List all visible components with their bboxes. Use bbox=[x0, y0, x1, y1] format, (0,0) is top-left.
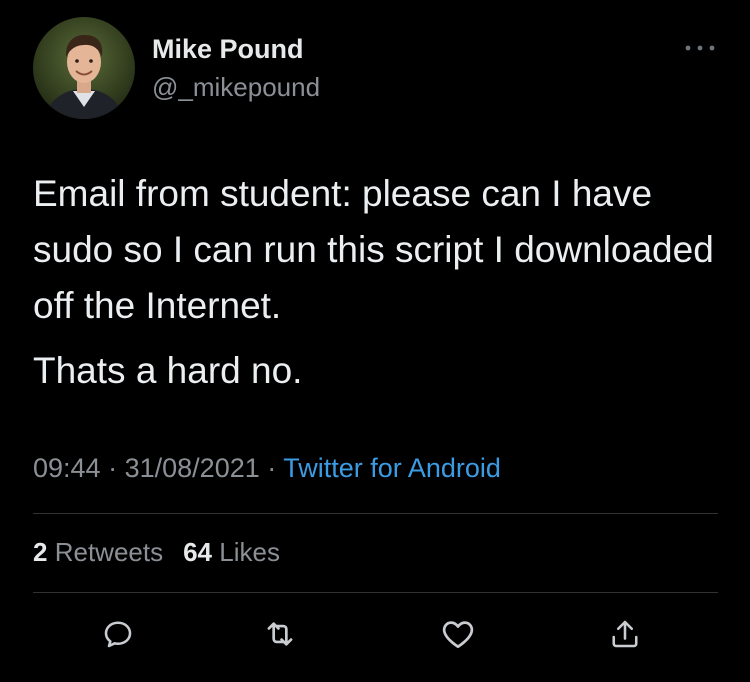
more-dots-icon bbox=[685, 45, 715, 51]
retweet-icon bbox=[267, 622, 293, 646]
tweet-source-link[interactable]: Twitter for Android bbox=[283, 453, 501, 483]
tweet-meta: 09:44 · 31/08/2021 · Twitter for Android bbox=[33, 453, 501, 484]
author-handle[interactable]: @_mikepound bbox=[152, 72, 320, 103]
like-button[interactable] bbox=[436, 612, 480, 656]
reply-icon bbox=[104, 621, 132, 648]
tweet-stats: 2 Retweets 64 Likes bbox=[33, 537, 280, 568]
share-icon bbox=[612, 620, 638, 648]
tweet: Mike Pound @_mikepound Email from studen… bbox=[0, 0, 750, 682]
likes-count: 64 bbox=[183, 537, 213, 567]
tweet-date[interactable]: 31/08/2021 bbox=[125, 453, 260, 483]
retweets-label: Retweets bbox=[54, 537, 164, 567]
meta-separator: · bbox=[267, 453, 277, 483]
avatar[interactable] bbox=[33, 17, 135, 119]
meta-separator: · bbox=[108, 453, 118, 483]
tweet-text: Email from student: please can I have su… bbox=[33, 166, 723, 399]
profile-photo-icon bbox=[33, 17, 135, 119]
retweets-count: 2 bbox=[33, 537, 48, 567]
tweet-paragraph: Thats a hard no. bbox=[33, 350, 303, 391]
reply-button[interactable] bbox=[96, 612, 140, 656]
tweet-time[interactable]: 09:44 bbox=[33, 453, 101, 483]
divider bbox=[33, 513, 718, 514]
tweet-paragraph: Email from student: please can I have su… bbox=[33, 173, 714, 326]
likes-label: Likes bbox=[219, 537, 280, 567]
retweet-button[interactable] bbox=[258, 612, 302, 656]
more-options-button[interactable] bbox=[680, 36, 720, 60]
divider bbox=[33, 592, 718, 593]
heart-icon bbox=[442, 621, 474, 649]
likes-stat[interactable]: 64 Likes bbox=[183, 537, 280, 567]
author-name[interactable]: Mike Pound bbox=[152, 34, 304, 65]
retweets-stat[interactable]: 2 Retweets bbox=[33, 537, 163, 567]
share-button[interactable] bbox=[603, 612, 647, 656]
